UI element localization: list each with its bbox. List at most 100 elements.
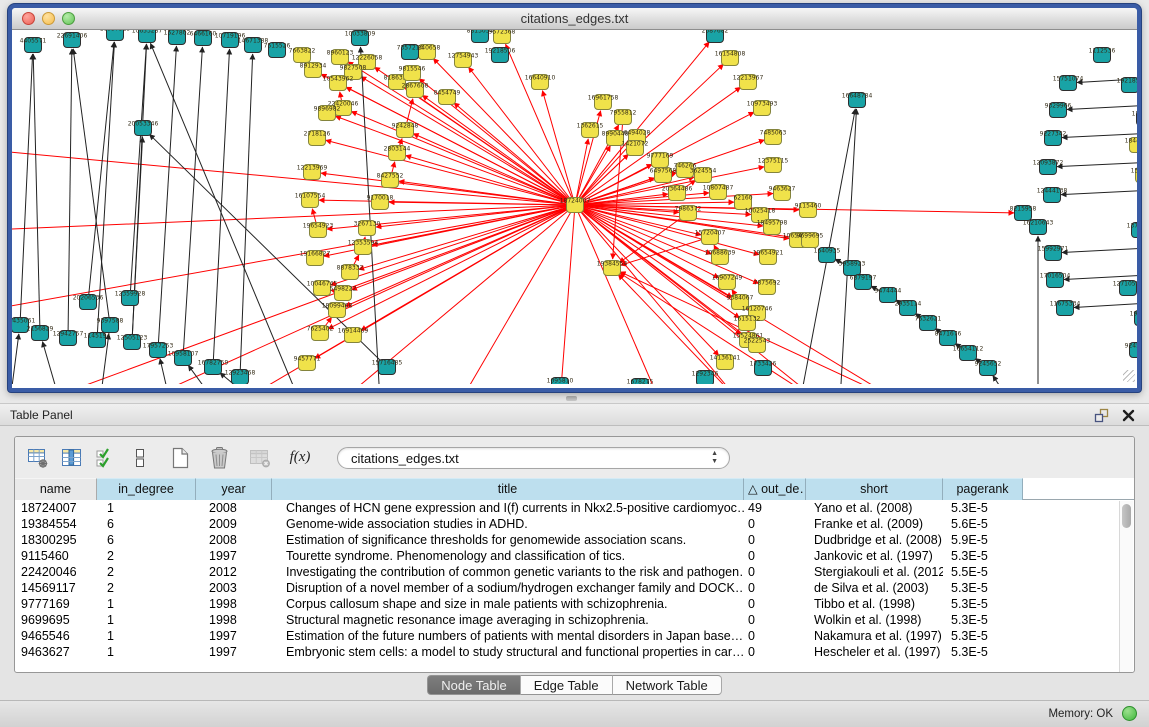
table-cell[interactable]: Franke et al. (2009) bbox=[806, 516, 943, 532]
delete-column-icon[interactable] bbox=[205, 443, 235, 473]
network-canvas[interactable]: 1872400789601231222605889129349827508818… bbox=[12, 30, 1137, 384]
table-cell[interactable]: Structural magnetic resonance image aver… bbox=[272, 612, 744, 628]
divider-grip-icon[interactable] bbox=[566, 396, 577, 401]
column-header-out_de[interactable]: △ out_de… bbox=[744, 478, 806, 500]
table-cell[interactable]: 2008 bbox=[196, 532, 272, 548]
table-cell[interactable]: Disruption of a novel member of a sodium… bbox=[272, 580, 744, 596]
table-row[interactable]: 2242004622012Investigating the contribut… bbox=[15, 564, 1134, 580]
select-columns-icon[interactable] bbox=[91, 443, 121, 473]
table-cell[interactable]: 1 bbox=[97, 612, 196, 628]
table-cell[interactable]: 5.3E-5 bbox=[943, 548, 1023, 564]
table-cell[interactable]: 1 bbox=[97, 500, 196, 516]
table-cell[interactable]: Nakamura et al. (1997) bbox=[806, 628, 943, 644]
table-cell[interactable]: 9463627 bbox=[15, 644, 97, 660]
table-cell[interactable]: 0 bbox=[744, 580, 806, 596]
table-cell[interactable]: 1998 bbox=[196, 612, 272, 628]
table-cell[interactable]: 49 bbox=[744, 500, 806, 516]
table-row[interactable]: 1830029562008Estimation of significance … bbox=[15, 532, 1134, 548]
table-cell[interactable]: 0 bbox=[744, 612, 806, 628]
window-resize-grip[interactable] bbox=[1123, 370, 1135, 382]
table-cell[interactable]: 0 bbox=[744, 532, 806, 548]
table-cell[interactable]: Estimation of the future numbers of pati… bbox=[272, 628, 744, 644]
table-cell[interactable]: 5.3E-5 bbox=[943, 628, 1023, 644]
tab-edge-table[interactable]: Edge Table bbox=[521, 675, 613, 695]
memory-ok-indicator[interactable] bbox=[1122, 706, 1137, 721]
table-cell[interactable]: 1998 bbox=[196, 596, 272, 612]
table-row[interactable]: 946362711997Embryonic stem cells: a mode… bbox=[15, 644, 1134, 660]
column-header-short[interactable]: short bbox=[806, 478, 943, 500]
table-cell[interactable]: 19384554 bbox=[15, 516, 97, 532]
network-view[interactable]: 1872400789601231222605889129349827508818… bbox=[12, 30, 1137, 384]
table-settings-icon[interactable] bbox=[23, 443, 53, 473]
table-row[interactable]: 977716911998Corpus callosum shape and si… bbox=[15, 596, 1134, 612]
table-cell[interactable]: 0 bbox=[744, 548, 806, 564]
table-cell[interactable]: 5.3E-5 bbox=[943, 596, 1023, 612]
table-cell[interactable]: Jankovic et al. (1997) bbox=[806, 548, 943, 564]
table-cell[interactable]: Genome-wide association studies in ADHD. bbox=[272, 516, 744, 532]
table-cell[interactable]: 1 bbox=[97, 596, 196, 612]
minimize-button[interactable] bbox=[42, 12, 55, 25]
table-cell[interactable]: Embryonic stem cells: a model to study s… bbox=[272, 644, 744, 660]
column-header-pagerank[interactable]: pagerank bbox=[943, 478, 1023, 500]
table-cell[interactable]: 1997 bbox=[196, 644, 272, 660]
table-cell[interactable]: 9465546 bbox=[15, 628, 97, 644]
column-visibility-icon[interactable] bbox=[57, 443, 87, 473]
table-cell[interactable]: 5.3E-5 bbox=[943, 580, 1023, 596]
column-header-name[interactable]: name bbox=[15, 478, 97, 500]
table-row[interactable]: 1872400712008Changes of HCN gene express… bbox=[15, 500, 1134, 516]
table-cell[interactable]: Estimation of significance thresholds fo… bbox=[272, 532, 744, 548]
table-cell[interactable]: 2 bbox=[97, 564, 196, 580]
network-window-titlebar[interactable]: citations_edges.txt bbox=[12, 8, 1137, 30]
table-cell[interactable]: 18724007 bbox=[15, 500, 97, 516]
table-cell[interactable]: 14569117 bbox=[15, 580, 97, 596]
row-height-icon[interactable] bbox=[125, 443, 155, 473]
table-cell[interactable]: 2003 bbox=[196, 580, 272, 596]
table-cell[interactable]: 1997 bbox=[196, 628, 272, 644]
table-cell[interactable]: 1997 bbox=[196, 548, 272, 564]
table-cell[interactable]: 5.6E-5 bbox=[943, 516, 1023, 532]
table-row[interactable]: 946554611997Estimation of the future num… bbox=[15, 628, 1134, 644]
table-cell[interactable]: 2008 bbox=[196, 500, 272, 516]
table-cell[interactable]: 2012 bbox=[196, 564, 272, 580]
zoom-button[interactable] bbox=[62, 12, 75, 25]
tab-node-table[interactable]: Node Table bbox=[427, 675, 521, 695]
table-row[interactable]: 911546021997Tourette syndrome. Phenomeno… bbox=[15, 548, 1134, 564]
table-cell[interactable]: 18300295 bbox=[15, 532, 97, 548]
table-cell[interactable]: Dudbridge et al. (2008) bbox=[806, 532, 943, 548]
table-cell[interactable]: 5.9E-5 bbox=[943, 532, 1023, 548]
float-panel-icon[interactable] bbox=[1093, 407, 1110, 424]
table-cell[interactable]: 0 bbox=[744, 628, 806, 644]
table-cell[interactable]: Tourette syndrome. Phenomenology and cla… bbox=[272, 548, 744, 564]
new-table-icon[interactable] bbox=[165, 443, 195, 473]
function-builder-icon[interactable]: f(x) bbox=[285, 443, 315, 473]
table-cell[interactable]: Changes of HCN gene expression and I(f) … bbox=[272, 500, 744, 516]
table-cell[interactable]: 5.3E-5 bbox=[943, 500, 1023, 516]
split-divider[interactable] bbox=[0, 392, 1149, 403]
column-header-title[interactable]: title bbox=[272, 478, 744, 500]
table-panel-titlebar[interactable]: Table Panel bbox=[0, 403, 1149, 426]
table-row[interactable]: 1456911722003Disruption of a novel membe… bbox=[15, 580, 1134, 596]
table-cell[interactable]: 2 bbox=[97, 580, 196, 596]
scrollbar-thumb[interactable] bbox=[1122, 504, 1131, 528]
table-cell[interactable]: Stergiakouli et al. (2012) bbox=[806, 564, 943, 580]
table-cell[interactable]: 5.5E-5 bbox=[943, 564, 1023, 580]
table-cell[interactable]: 6 bbox=[97, 532, 196, 548]
column-header-year[interactable]: year bbox=[196, 478, 272, 500]
table-cell[interactable]: Wolkin et al. (1998) bbox=[806, 612, 943, 628]
network-window[interactable]: citations_edges.txt 18724007896012312226… bbox=[8, 4, 1141, 392]
network-table-selector[interactable]: citations_edges.txt ▲▼ bbox=[337, 447, 730, 469]
table-cell[interactable]: 9777169 bbox=[15, 596, 97, 612]
table-cell[interactable]: 5.3E-5 bbox=[943, 644, 1023, 660]
column-header-in_degree[interactable]: in_degree bbox=[97, 478, 196, 500]
table-cell[interactable]: 0 bbox=[744, 516, 806, 532]
table-cell[interactable]: 2 bbox=[97, 548, 196, 564]
vertical-scrollbar[interactable] bbox=[1119, 501, 1133, 672]
table-cell[interactable]: 0 bbox=[744, 596, 806, 612]
table-cell[interactable]: 22420046 bbox=[15, 564, 97, 580]
table-cell[interactable]: 6 bbox=[97, 516, 196, 532]
table-cell[interactable]: 5.3E-5 bbox=[943, 612, 1023, 628]
table-cell[interactable]: 0 bbox=[744, 644, 806, 660]
close-button[interactable] bbox=[22, 12, 35, 25]
table-cell[interactable]: 2009 bbox=[196, 516, 272, 532]
table-cell[interactable]: 9699695 bbox=[15, 612, 97, 628]
